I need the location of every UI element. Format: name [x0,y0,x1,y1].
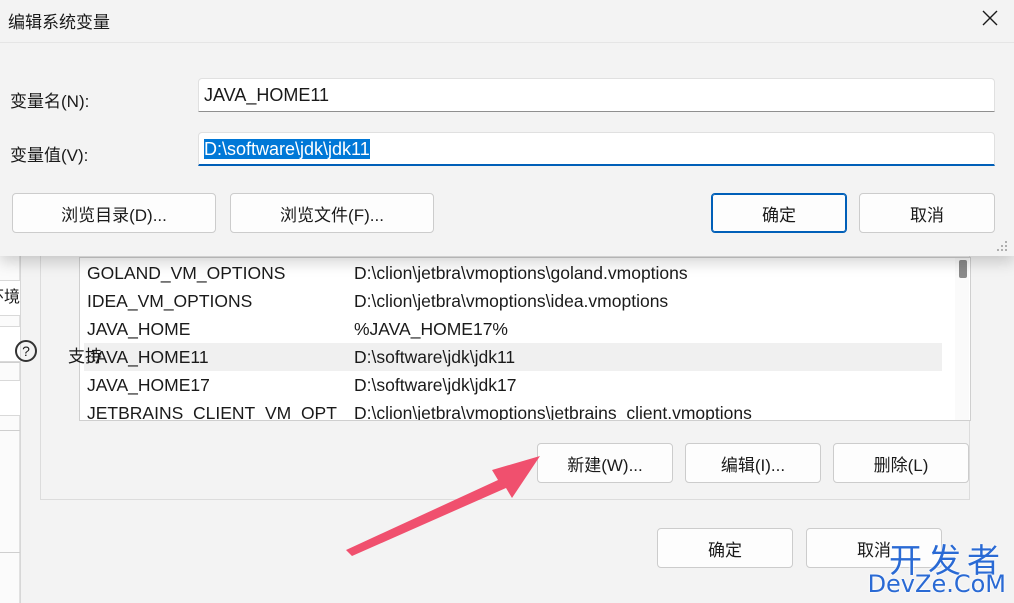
dialog-title: 编辑系统变量 [8,13,110,32]
help-text[interactable]: 支持 [68,342,102,367]
edit-system-variable-dialog: 编辑系统变量 变量名(N): JAVA_HOME11 变量值(V): D:\so… [0,0,1014,256]
system-variables-table[interactable]: GOLAND_VM_OPTIONS D:\clion\jetbra\vmopti… [79,257,971,421]
variable-value-cell: D:\clion\jetbra\vmoptions\goland.vmoptio… [354,263,688,283]
watermark-bottom-text: DevZe.CoM [867,570,1006,598]
delete-variable-button[interactable]: 删除(L) [833,443,969,483]
variable-value-cell: D:\clion\jetbra\vmoptions\idea.vmoptions [354,291,669,311]
cancel-button[interactable]: 取消 [859,193,995,233]
background-left-panel: 环境 [0,240,20,603]
browse-file-button[interactable]: 浏览文件(F)... [230,193,434,233]
variable-name-label: 变量名(N): [10,92,90,111]
variable-value-cell: %JAVA_HOME17% [354,319,508,339]
variable-name-cell: JETBRAINS_CLIENT_VM_OPT [87,403,337,421]
variable-value-input[interactable]: D:\software\jdk\jdk11 [198,132,995,166]
dialog-body: 变量名(N): JAVA_HOME11 变量值(V): D:\software\… [0,42,1014,256]
table-row[interactable]: GOLAND_VM_OPTIONS D:\clion\jetbra\vmopti… [84,259,942,287]
variable-name-cell: JAVA_HOME [87,319,191,339]
variable-name-cell: JAVA_HOME17 [87,375,210,395]
resize-grip-icon[interactable] [996,240,1008,252]
variable-name-cell: IDEA_VM_OPTIONS [87,291,253,311]
env-ok-button[interactable]: 确定 [657,528,793,568]
arrow-icon [346,456,540,556]
variable-value-cell: D:\software\jdk\jdk11 [354,347,516,367]
left-divider [0,430,20,431]
variable-value-selected-text: D:\software\jdk\jdk11 [204,139,370,159]
dialog-title-bar[interactable]: 编辑系统变量 [0,0,1014,42]
variable-name-input[interactable]: JAVA_HOME11 [198,78,995,112]
variable-name-cell: GOLAND_VM_OPTIONS [87,263,286,283]
left-clip-chunk-3 [0,380,20,416]
help-circle-icon[interactable]: ? [15,340,37,362]
variable-value-cell: D:\clion\jetbra\vmoptions\jetbrains_clie… [354,403,752,421]
edit-variable-button[interactable]: 编辑(I)... [685,443,821,483]
table-row[interactable]: JAVA_HOME %JAVA_HOME17% [84,315,942,343]
scrollbar-thumb[interactable] [959,260,967,278]
close-button[interactable] [966,0,1014,38]
table-row[interactable]: JETBRAINS_CLIENT_VM_OPT D:\clion\jetbra\… [84,399,942,421]
variable-name-input-text: JAVA_HOME11 [204,85,330,105]
watermark: 开发者 DevZe.CoM [852,530,1014,603]
close-icon [982,10,998,26]
table-row[interactable]: JAVA_HOME17 D:\software\jdk\jdk17 [84,371,942,399]
table-scrollbar[interactable] [955,258,969,420]
variable-value-cell: D:\software\jdk\jdk17 [354,375,517,395]
new-variable-button[interactable]: 新建(W)... [537,443,673,483]
left-divider [0,552,20,553]
ok-button[interactable]: 确定 [711,193,847,233]
variable-value-label: 变量值(V): [10,146,89,165]
left-clip-text: 环境 [0,289,20,306]
table-row[interactable]: IDEA_VM_OPTIONS D:\clion\jetbra\vmoption… [84,287,942,315]
left-clip-chunk: 环境 [0,280,20,316]
browse-directory-button[interactable]: 浏览目录(D)... [12,193,216,233]
help-row[interactable]: ? 支持 [0,340,300,370]
